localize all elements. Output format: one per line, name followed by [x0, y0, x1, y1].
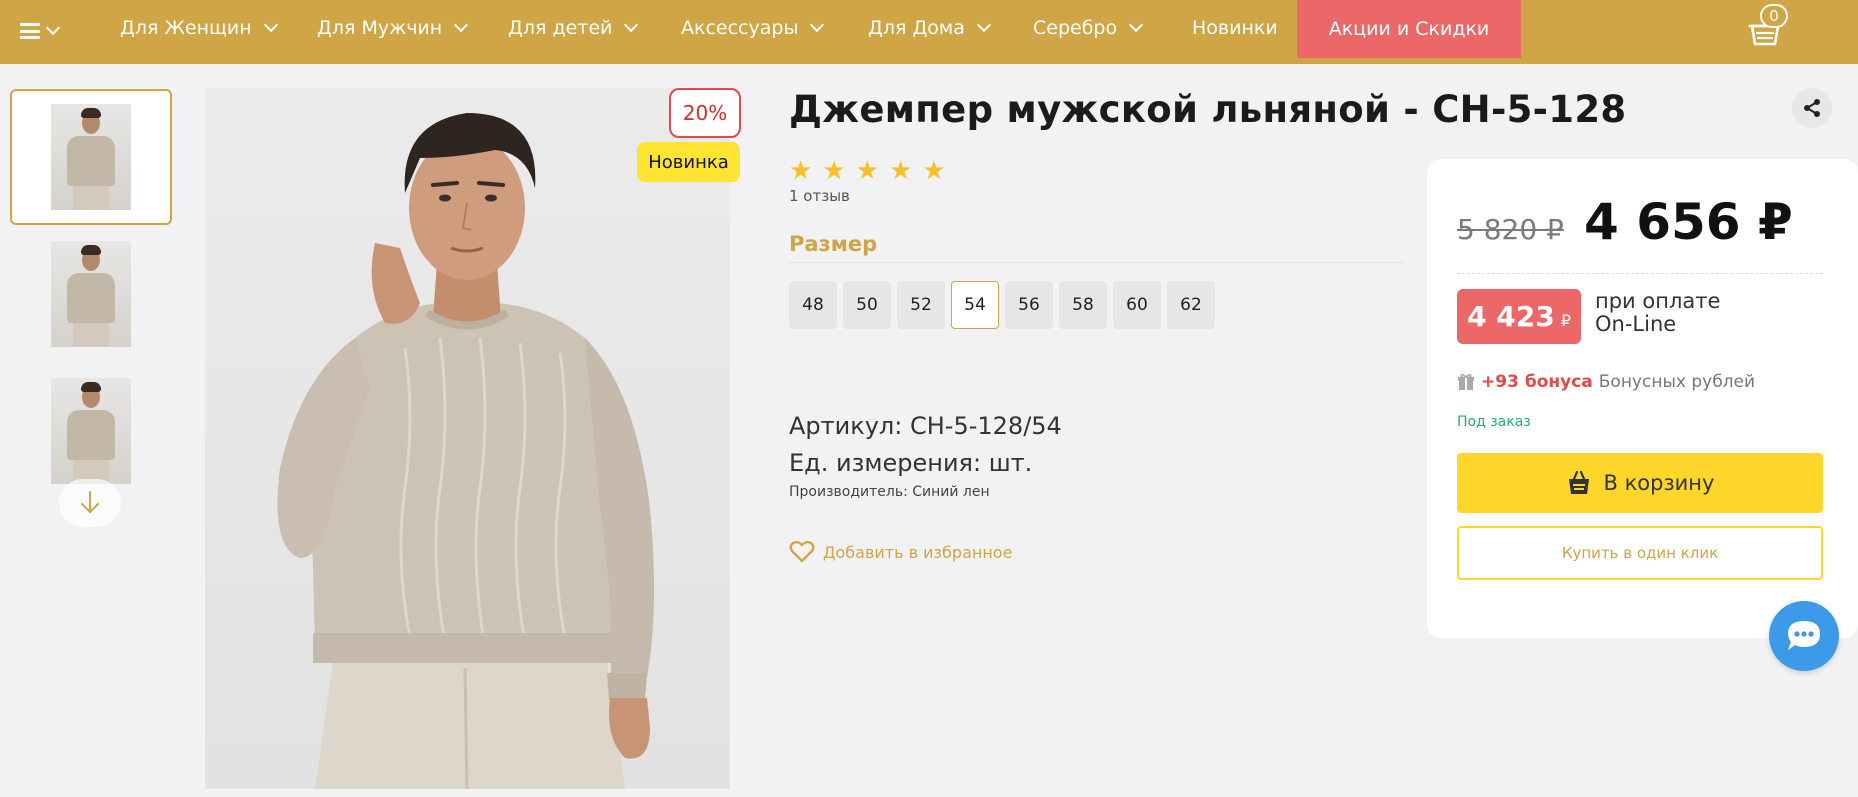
availability-status: Под заказ — [1457, 414, 1531, 430]
price-card: 5 820 ₽ 4 656 ₽ 4 423 ₽ при оплате On-Li… — [1427, 159, 1858, 638]
chevron-down-icon — [1129, 17, 1144, 33]
unit-value: шт. — [988, 449, 1033, 477]
star-icon: ★ — [855, 156, 879, 186]
nav-item-label: Для Женщин — [120, 17, 252, 39]
thumbnail-2[interactable] — [10, 226, 172, 362]
bonus-amount: +93 бонуса — [1481, 372, 1593, 392]
old-price: 5 820 ₽ — [1457, 213, 1564, 246]
online-price-value: 4 423 — [1467, 300, 1555, 333]
bonus-text: Бонусных рублей — [1598, 372, 1756, 392]
gift-icon — [1458, 373, 1474, 390]
chevron-down-icon — [976, 17, 991, 33]
product-title: Джемпер мужской льняной - СН-5-128 — [789, 88, 1627, 131]
online-price-currency: ₽ — [1560, 311, 1571, 330]
reviews-link[interactable]: 1 отзыв — [789, 187, 850, 205]
basket-icon — [1568, 470, 1589, 494]
divider — [789, 262, 1404, 263]
star-icon: ★ — [789, 156, 813, 186]
chevron-down-icon — [624, 17, 639, 33]
star-icon: ★ — [888, 156, 913, 186]
cart-count-badge: 0 — [1760, 4, 1788, 28]
size-selector: 48 50 52 54 56 58 60 62 — [789, 281, 1215, 329]
nav-item-label: Для Мужчин — [317, 17, 443, 39]
heart-icon — [789, 540, 815, 563]
top-nav: Для Женщин Для Мужчин Для детей Аксессуа… — [0, 0, 1858, 64]
online-note-line-2: On-Line — [1595, 312, 1677, 336]
thumbnail-1[interactable] — [10, 89, 172, 225]
buy-one-click-button[interactable]: Купить в один клик — [1457, 526, 1823, 580]
size-option[interactable]: 60 — [1113, 281, 1161, 329]
add-to-cart-button[interactable]: В корзину — [1457, 453, 1823, 513]
nav-item-label: Серебро — [1033, 17, 1118, 39]
chat-widget-button[interactable] — [1769, 601, 1839, 671]
star-icon: ★ — [822, 156, 846, 186]
article-label: Артикул: — [789, 412, 903, 440]
online-price-badge: 4 423 ₽ — [1457, 289, 1581, 344]
nav-item-silver[interactable]: Серебро — [1033, 0, 1144, 56]
nav-item-label: Для детей — [508, 17, 613, 39]
thumbnails-scroll-down-button[interactable] — [59, 479, 121, 527]
article-value: СН-5-128/54 — [910, 412, 1062, 440]
nav-item-label: Для Дома — [868, 17, 965, 39]
size-option[interactable]: 58 — [1059, 281, 1107, 329]
nav-item-label: Новинки — [1192, 17, 1278, 39]
online-note-line-1: при оплате — [1595, 289, 1721, 313]
size-option[interactable]: 56 — [1005, 281, 1053, 329]
size-option-selected[interactable]: 54 — [951, 281, 999, 329]
article-info: Артикул: СН-5-128/54 — [789, 412, 1062, 440]
chevron-down-icon — [454, 17, 469, 33]
current-price: 4 656 ₽ — [1584, 193, 1793, 251]
favorites-label: Добавить в избранное — [823, 542, 1013, 562]
nav-item-label: Аксессуары — [681, 17, 799, 39]
arrow-down-icon — [81, 491, 99, 513]
share-icon — [1804, 99, 1820, 117]
product-thumbnail-image — [51, 241, 131, 347]
divider — [1457, 273, 1823, 274]
chevron-down-icon — [263, 17, 278, 33]
chat-icon — [1788, 621, 1820, 650]
size-section-title: Размер — [789, 232, 878, 256]
nav-item-sale[interactable]: Акции и Скидки — [1297, 0, 1521, 58]
product-main-image[interactable] — [205, 88, 730, 789]
catalog-menu-button[interactable] — [20, 16, 61, 46]
cart-button[interactable]: 0 — [1746, 4, 1796, 50]
rating-stars[interactable]: ★ ★ ★ ★ ★ — [789, 158, 946, 184]
share-button[interactable] — [1792, 88, 1832, 128]
nav-item-men[interactable]: Для Мужчин — [317, 0, 469, 56]
nav-item-women[interactable]: Для Женщин — [120, 0, 278, 56]
bonus-info: +93 бонуса Бонусных рублей — [1457, 372, 1755, 392]
hamburger-icon — [20, 23, 40, 39]
product-thumbnail-image — [51, 378, 131, 484]
nav-item-new[interactable]: Новинки — [1192, 0, 1278, 56]
size-option[interactable]: 52 — [897, 281, 945, 329]
product-photo — [277, 113, 654, 789]
unit-info: Ед. измерения: шт. — [789, 449, 1032, 477]
add-to-cart-label: В корзину — [1603, 471, 1715, 495]
manufacturer-info: Производитель: Синий лен — [789, 484, 990, 500]
size-option[interactable]: 50 — [843, 281, 891, 329]
discount-badge: 20% — [669, 88, 741, 138]
nav-item-accessories[interactable]: Аксессуары — [681, 0, 825, 56]
add-to-favorites-button[interactable]: Добавить в избранное — [789, 540, 1012, 564]
size-option[interactable]: 62 — [1167, 281, 1215, 329]
chevron-down-icon — [45, 20, 61, 36]
new-badge: Новинка — [637, 142, 740, 182]
size-option[interactable]: 48 — [789, 281, 837, 329]
product-thumbnail-image — [51, 104, 131, 210]
chevron-down-icon — [810, 17, 825, 33]
nav-item-kids[interactable]: Для детей — [508, 0, 639, 56]
star-icon: ★ — [922, 156, 946, 186]
online-payment-note: при оплате On-Line — [1595, 290, 1720, 336]
nav-item-home[interactable]: Для Дома — [868, 0, 991, 56]
unit-label: Ед. измерения: — [789, 449, 982, 477]
